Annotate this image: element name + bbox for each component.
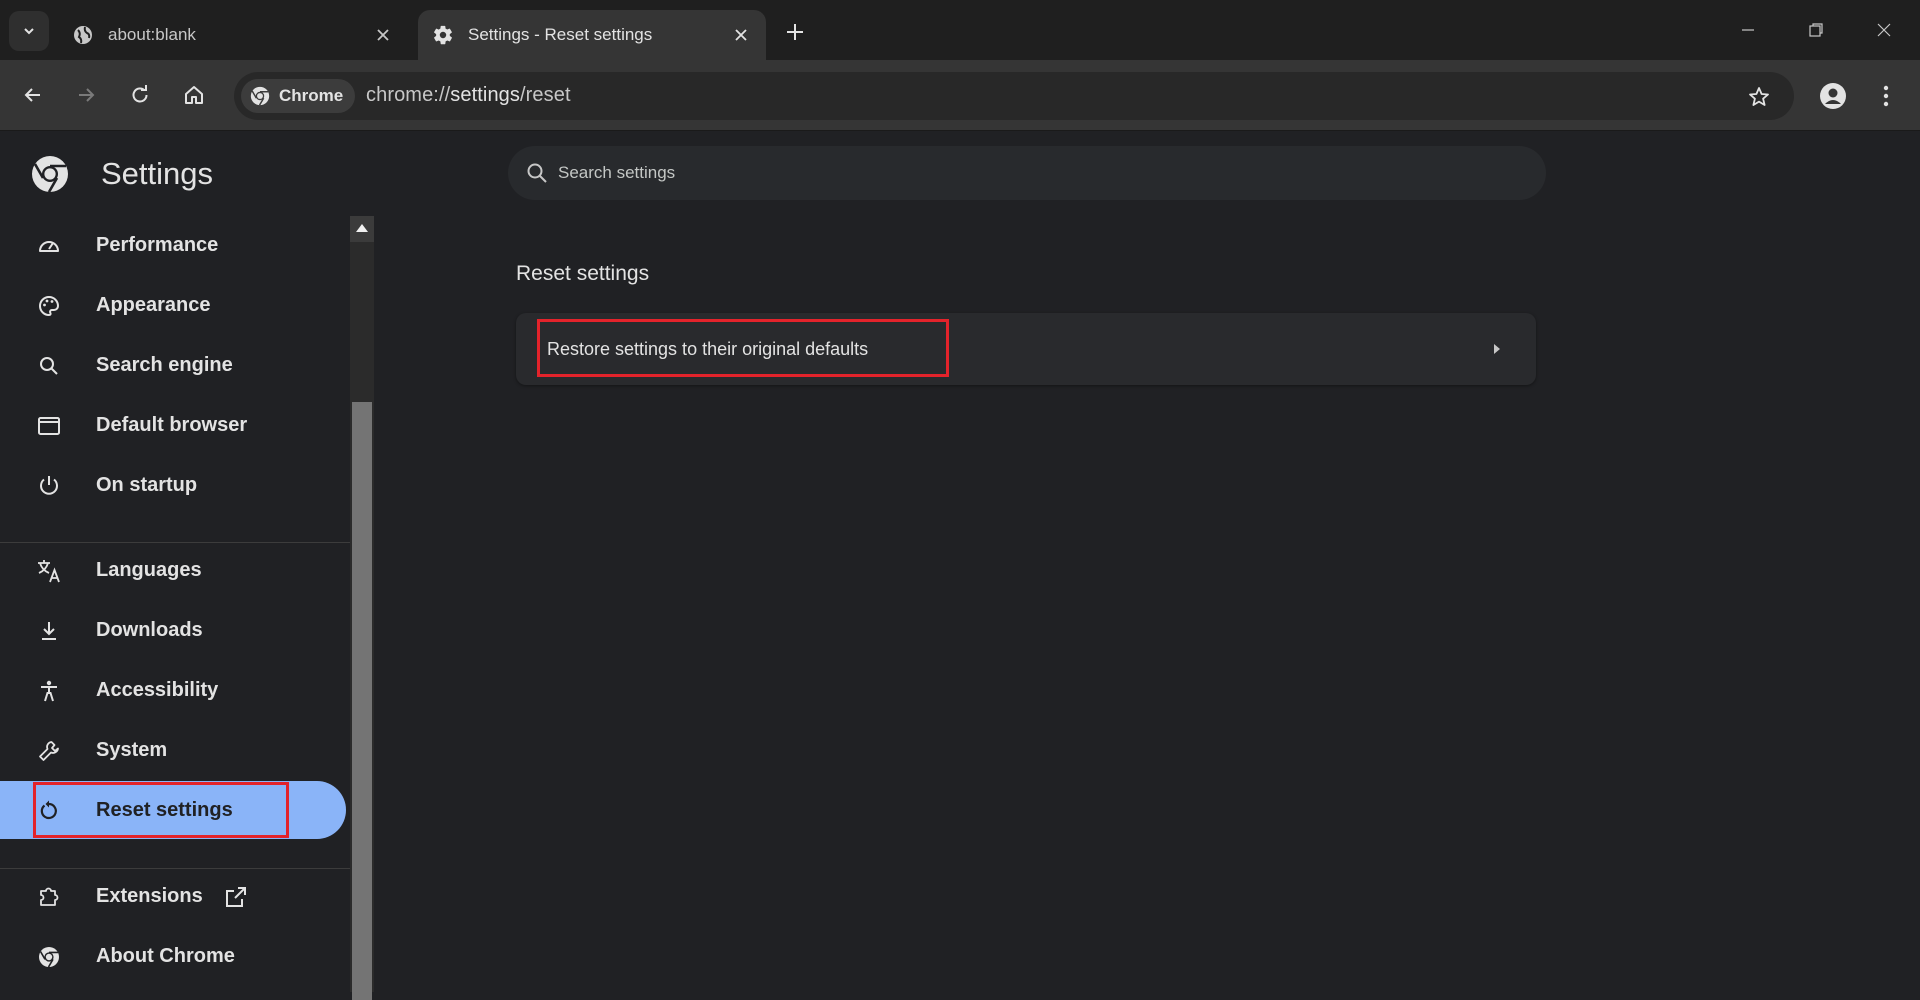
tab-title: about:blank xyxy=(108,25,196,44)
palette-icon xyxy=(36,293,62,319)
settings-page: Settings Performance Appearance Search e… xyxy=(0,132,1920,1000)
sidebar-item-accessibility[interactable]: Accessibility xyxy=(0,661,346,719)
sidebar-item-about-chrome[interactable]: About Chrome xyxy=(0,927,346,985)
sidebar-item-label: Extensions xyxy=(96,885,203,907)
plus-icon xyxy=(787,24,803,40)
tab-title: Settings - Reset settings xyxy=(468,25,653,44)
bookmark-star-button[interactable] xyxy=(1744,82,1774,112)
star-icon xyxy=(1749,87,1769,106)
scrollbar-thumb[interactable] xyxy=(352,402,372,1000)
restore-button[interactable] xyxy=(1796,12,1836,48)
reset-settings-card: Restore settings to their original defau… xyxy=(516,313,1536,385)
sidebar-item-label: Search engine xyxy=(96,354,233,376)
sidebar-item-label: Accessibility xyxy=(96,679,219,701)
more-vert-icon xyxy=(1883,85,1889,107)
restore-icon xyxy=(1809,23,1823,37)
row-label: Restore settings to their original defau… xyxy=(547,339,869,359)
chip-label: Chrome xyxy=(279,86,344,105)
chrome-logo-icon xyxy=(250,86,270,106)
url-host: settings xyxy=(450,84,520,106)
search-icon xyxy=(524,160,550,186)
restore-defaults-row[interactable]: Restore settings to their original defau… xyxy=(516,313,1536,385)
url-path: /reset xyxy=(520,84,571,106)
toolbar: Chrome chrome://settings/reset xyxy=(0,60,1920,131)
avatar-icon xyxy=(1820,83,1846,109)
search-icon xyxy=(36,353,62,379)
external-link-icon xyxy=(222,883,250,911)
sidebar-item-label: Performance xyxy=(96,234,219,256)
sidebar-scrollbar[interactable] xyxy=(350,216,374,1000)
reset-icon xyxy=(36,798,62,824)
sidebar-item-label: About Chrome xyxy=(96,945,235,967)
puzzle-icon xyxy=(36,884,62,910)
tab-about-blank[interactable]: about:blank xyxy=(58,10,410,60)
sidebar-item-extensions[interactable]: Extensions xyxy=(0,867,346,925)
arrow-left-icon xyxy=(24,88,40,102)
page-title: Settings xyxy=(101,156,214,191)
minimize-button[interactable] xyxy=(1728,12,1768,48)
sidebar-item-performance[interactable]: Performance xyxy=(0,216,346,274)
forward-button[interactable] xyxy=(67,76,105,114)
sidebar-item-label: Languages xyxy=(96,559,202,581)
power-icon xyxy=(36,473,62,499)
close-tab-icon[interactable] xyxy=(728,22,754,48)
home-icon xyxy=(185,86,203,104)
settings-header: Settings xyxy=(30,154,213,194)
home-button[interactable] xyxy=(175,76,213,114)
sidebar-item-downloads[interactable]: Downloads xyxy=(0,601,346,659)
reload-button[interactable] xyxy=(121,76,159,114)
sidebar-item-label: Reset settings xyxy=(96,799,233,821)
tab-strip: about:blank Settings - Reset settings xyxy=(0,0,1920,60)
arrow-right-icon xyxy=(1485,337,1509,361)
speedometer-icon xyxy=(36,233,62,259)
tab-search-button[interactable] xyxy=(9,11,49,51)
address-bar[interactable]: Chrome chrome://settings/reset xyxy=(234,72,1794,120)
sidebar-item-label: Default browser xyxy=(96,414,248,436)
close-tab-icon[interactable] xyxy=(370,22,396,48)
minimize-icon xyxy=(1742,29,1754,31)
sidebar-item-label: On startup xyxy=(96,474,198,496)
new-tab-button[interactable] xyxy=(780,17,810,47)
search-input[interactable] xyxy=(558,163,1458,183)
url-scheme: chrome:// xyxy=(366,84,451,106)
sidebar-item-default-browser[interactable]: Default browser xyxy=(0,396,346,454)
arrow-right-icon xyxy=(79,88,95,102)
settings-sidebar: Performance Appearance Search engine Def… xyxy=(0,216,350,992)
reload-icon xyxy=(132,85,148,103)
scroll-up-arrow-icon[interactable] xyxy=(356,224,368,232)
sidebar-item-label: Downloads xyxy=(96,619,203,641)
sidebar-item-label: System xyxy=(96,739,168,761)
wrench-icon xyxy=(36,738,62,764)
profile-button[interactable] xyxy=(1814,77,1852,115)
url-text[interactable]: chrome://settings/reset xyxy=(366,84,571,107)
section-title: Reset settings xyxy=(516,262,650,285)
chrome-logo-icon xyxy=(32,156,68,193)
chrome-logo-icon xyxy=(36,944,62,970)
close-icon xyxy=(1877,23,1891,37)
translate-icon xyxy=(36,558,62,584)
site-info-chip[interactable]: Chrome xyxy=(241,79,356,113)
sidebar-item-on-startup[interactable]: On startup xyxy=(0,456,346,514)
sidebar-item-system[interactable]: System xyxy=(0,721,346,779)
sidebar-item-reset-settings[interactable]: Reset settings xyxy=(0,781,346,839)
chrome-menu-button[interactable] xyxy=(1868,77,1904,115)
sidebar-item-appearance[interactable]: Appearance xyxy=(0,276,346,334)
back-button[interactable] xyxy=(14,76,52,114)
scrollbar-track[interactable] xyxy=(350,242,374,1000)
download-icon xyxy=(36,618,62,644)
search-settings-box[interactable] xyxy=(508,146,1546,200)
accessibility-icon xyxy=(36,678,62,704)
sidebar-item-languages[interactable]: Languages xyxy=(0,541,346,599)
sidebar-item-search-engine[interactable]: Search engine xyxy=(0,336,346,394)
chevron-down-icon xyxy=(24,28,34,35)
close-window-button[interactable] xyxy=(1864,12,1904,48)
browser-window-icon xyxy=(36,413,62,439)
gear-icon xyxy=(432,24,454,46)
tab-settings[interactable]: Settings - Reset settings xyxy=(418,10,766,60)
sidebar-item-label: Appearance xyxy=(96,294,211,316)
globe-icon xyxy=(72,24,94,46)
